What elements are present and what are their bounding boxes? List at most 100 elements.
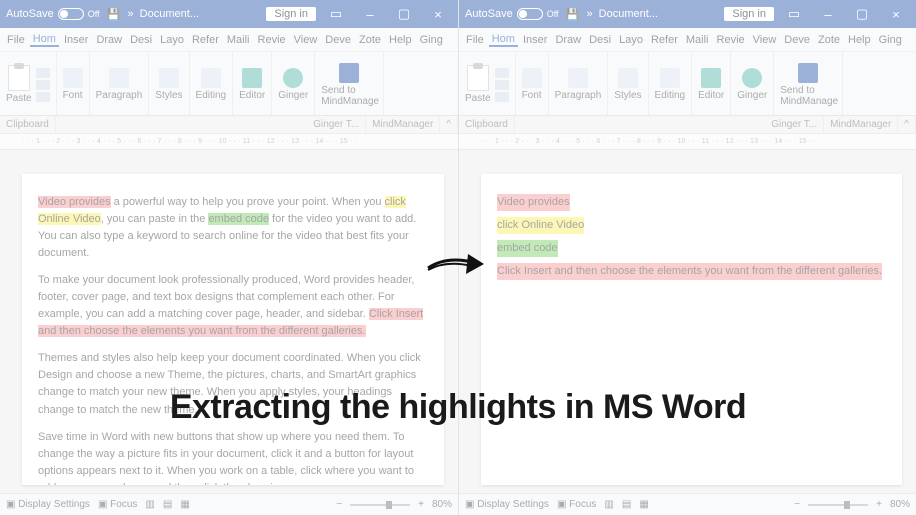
paragraph-4[interactable]: Save time in Word with new buttons that …: [38, 429, 428, 485]
tab-mailings[interactable]: Maili: [224, 34, 253, 46]
ginger-button[interactable]: Ginger: [737, 68, 767, 101]
editing-button[interactable]: Editing: [196, 68, 227, 101]
autosave-toggle[interactable]: AutoSave Off: [6, 8, 100, 20]
zoom-in-button[interactable]: +: [876, 499, 882, 510]
paragraph-button[interactable]: Paragraph: [96, 68, 143, 101]
tab-insert[interactable]: Inser: [61, 34, 91, 46]
extracted-highlight[interactable]: Click Insert and then choose the element…: [497, 263, 882, 280]
paste-button[interactable]: Paste: [6, 65, 32, 104]
extracted-highlight[interactable]: click Online Video: [497, 217, 584, 234]
tab-home[interactable]: Hom: [30, 33, 59, 47]
view-print-icon[interactable]: ▤: [622, 499, 631, 510]
close-button[interactable]: ×: [424, 7, 452, 22]
font-button[interactable]: Font: [63, 68, 83, 101]
document-page[interactable]: Video provides click Online Video embed …: [481, 174, 902, 485]
save-icon[interactable]: 💾: [106, 6, 122, 22]
tab-view[interactable]: View: [291, 34, 321, 46]
tab-layout[interactable]: Layo: [616, 34, 646, 46]
signin-button[interactable]: Sign in: [724, 7, 774, 21]
cut-icon[interactable]: [36, 68, 50, 78]
tab-references[interactable]: Refer: [648, 34, 681, 46]
document-page[interactable]: Video provides a powerful way to help yo…: [22, 174, 444, 485]
autosave-toggle[interactable]: AutoSave Off: [465, 8, 559, 20]
tab-help[interactable]: Help: [845, 34, 874, 46]
tab-view[interactable]: View: [750, 34, 780, 46]
tab-review[interactable]: Revie: [714, 34, 748, 46]
view-web-icon[interactable]: ▦: [639, 499, 648, 510]
close-button[interactable]: ×: [882, 7, 910, 22]
clipboard-tools[interactable]: [36, 68, 50, 102]
clipboard-tools[interactable]: [495, 68, 509, 102]
ribbon-options-icon[interactable]: ▭: [780, 6, 808, 22]
styles-button[interactable]: Styles: [155, 68, 182, 101]
styles-button[interactable]: Styles: [614, 68, 641, 101]
font-button[interactable]: Font: [522, 68, 542, 101]
sendto-button[interactable]: Send to MindManage: [780, 63, 836, 107]
collapse-ribbon-icon[interactable]: ^: [898, 116, 916, 133]
paragraph-1[interactable]: Video provides a powerful way to help yo…: [38, 194, 428, 262]
paragraph-button[interactable]: Paragraph: [555, 68, 602, 101]
zoom-level[interactable]: 80%: [432, 499, 452, 510]
ginger-button[interactable]: Ginger: [278, 68, 308, 101]
maximize-button[interactable]: ▢: [390, 6, 418, 22]
focus-button[interactable]: ▣ Focus: [98, 499, 137, 510]
tab-zotero[interactable]: Zote: [815, 34, 843, 46]
tab-developer[interactable]: Deve: [781, 34, 813, 46]
copy-icon[interactable]: [36, 80, 50, 90]
sendto-button[interactable]: Send to MindManage: [321, 63, 377, 107]
tab-mailings[interactable]: Maili: [683, 34, 712, 46]
tab-developer[interactable]: Deve: [322, 34, 354, 46]
tab-file[interactable]: File: [4, 34, 28, 46]
tab-draw[interactable]: Draw: [552, 34, 584, 46]
zoom-slider[interactable]: [808, 504, 868, 506]
view-print-icon[interactable]: ▤: [163, 499, 172, 510]
document-area[interactable]: Video provides a powerful way to help yo…: [0, 150, 458, 493]
tab-draw[interactable]: Draw: [93, 34, 125, 46]
view-web-icon[interactable]: ▦: [180, 499, 189, 510]
zoom-out-button[interactable]: −: [794, 499, 800, 510]
extracted-highlight[interactable]: Video provides: [497, 194, 570, 211]
zoom-out-button[interactable]: −: [336, 499, 342, 510]
more-icon[interactable]: »: [587, 8, 593, 20]
format-painter-icon[interactable]: [36, 92, 50, 102]
maximize-button[interactable]: ▢: [848, 6, 876, 22]
ruler[interactable]: · · · 1 · · · 2 · · · 3 · · · 4 · · · 5 …: [459, 134, 916, 150]
display-settings-button[interactable]: ▣ Display Settings: [465, 499, 549, 510]
tab-design[interactable]: Desi: [127, 34, 155, 46]
zoom-level[interactable]: 80%: [890, 499, 910, 510]
view-read-icon[interactable]: ▥: [604, 499, 613, 510]
extracted-highlight[interactable]: embed code: [497, 240, 558, 257]
tab-file[interactable]: File: [463, 34, 487, 46]
collapse-ribbon-icon[interactable]: ^: [440, 116, 458, 133]
save-icon[interactable]: 💾: [565, 6, 581, 22]
editor-button[interactable]: Editor: [698, 68, 724, 101]
zoom-in-button[interactable]: +: [418, 499, 424, 510]
tab-zotero[interactable]: Zote: [356, 34, 384, 46]
minimize-button[interactable]: –: [356, 7, 384, 22]
ribbon-options-icon[interactable]: ▭: [322, 6, 350, 22]
tab-insert[interactable]: Inser: [520, 34, 550, 46]
document-area[interactable]: Video provides click Online Video embed …: [459, 150, 916, 493]
display-settings-button[interactable]: ▣ Display Settings: [6, 499, 90, 510]
tab-design[interactable]: Desi: [586, 34, 614, 46]
tab-review[interactable]: Revie: [255, 34, 289, 46]
tab-ginger[interactable]: Ging: [417, 34, 446, 46]
tab-home[interactable]: Hom: [489, 33, 518, 47]
editor-button[interactable]: Editor: [239, 68, 265, 101]
tab-ginger[interactable]: Ging: [876, 34, 905, 46]
zoom-slider[interactable]: [350, 504, 410, 506]
focus-button[interactable]: ▣ Focus: [557, 499, 596, 510]
view-read-icon[interactable]: ▥: [145, 499, 154, 510]
paste-button[interactable]: Paste: [465, 65, 491, 104]
paragraph-2[interactable]: To make your document look professionall…: [38, 272, 428, 340]
minimize-button[interactable]: –: [814, 7, 842, 22]
tab-references[interactable]: Refer: [189, 34, 222, 46]
highlight-red[interactable]: Video provides: [38, 196, 111, 208]
tab-help[interactable]: Help: [386, 34, 415, 46]
signin-button[interactable]: Sign in: [266, 7, 316, 21]
highlight-green[interactable]: embed code: [208, 213, 269, 225]
more-icon[interactable]: »: [128, 8, 134, 20]
tab-layout[interactable]: Layo: [157, 34, 187, 46]
editing-button[interactable]: Editing: [655, 68, 686, 101]
ruler[interactable]: · · · 1 · · · 2 · · · 3 · · · 4 · · · 5 …: [0, 134, 458, 150]
